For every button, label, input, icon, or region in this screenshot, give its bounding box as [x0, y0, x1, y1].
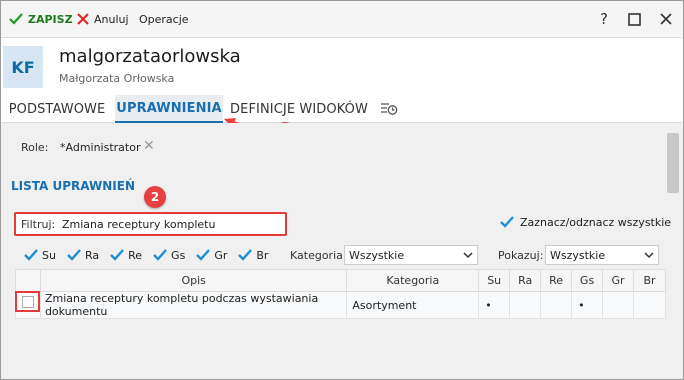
permission-flag-filters: Su Ra Re Gs Gr Br: [23, 245, 278, 265]
role-label: Role:: [21, 141, 49, 154]
column-header-description[interactable]: Opis: [39, 269, 348, 292]
row-flag-re[interactable]: [540, 291, 573, 319]
flag-label: Su: [42, 248, 56, 262]
column-header-su[interactable]: Su: [478, 269, 511, 292]
checkbox-box: [21, 295, 34, 308]
column-header-ra[interactable]: Ra: [509, 269, 542, 292]
checkmark-icon: [9, 13, 23, 25]
avatar: KF: [3, 46, 43, 88]
role-value: *Administrator: [60, 141, 141, 154]
scrollbar[interactable]: [667, 133, 679, 193]
flag-su-checkbox[interactable]: Su: [23, 248, 56, 262]
chevron-down-icon: [463, 252, 473, 259]
operations-menu-button[interactable]: Operacje: [139, 10, 189, 28]
section-title: LISTA UPRAWNIEŃ: [11, 179, 135, 193]
save-label: ZAPISZ: [28, 12, 73, 26]
show-filter-select[interactable]: Wszystkie: [545, 245, 659, 265]
page-title: malgorzataorlowska: [59, 46, 241, 67]
show-filter-value: Wszystkie: [550, 248, 606, 262]
category-filter-select[interactable]: Wszystkie: [344, 245, 478, 265]
column-header-gs[interactable]: Gs: [571, 269, 604, 292]
tab-bar: PODSTAWOWE UPRAWNIENIA DEFINICJE WIDOKÓW: [1, 95, 683, 123]
user-edit-window: ZAPISZ Anuluj Operacje ? KF malgorzataor…: [0, 0, 684, 380]
remove-role-icon[interactable]: ✕: [143, 138, 155, 154]
row-flag-gs[interactable]: •: [571, 291, 604, 319]
filter-field: Filtruj:: [14, 212, 287, 236]
table-row[interactable]: Zmiana receptury kompletu podczas wystaw…: [15, 291, 667, 319]
flag-label: Gs: [171, 248, 186, 262]
checkmark-icon: [153, 249, 167, 261]
annotation-badge-2: 2: [144, 186, 166, 208]
chevron-down-icon: [644, 252, 654, 259]
flag-re-checkbox[interactable]: Re: [109, 248, 142, 262]
flag-label: Gr: [214, 248, 228, 262]
row-category: Asortyment: [346, 291, 480, 319]
tab-history[interactable]: [377, 95, 401, 123]
operations-label: Operacje: [139, 12, 189, 26]
record-header: KF malgorzataorlowska Małgorzata Orłowsk…: [1, 37, 683, 95]
flag-label: Ra: [84, 248, 100, 262]
help-button[interactable]: ?: [595, 9, 613, 29]
help-icon: ?: [600, 10, 608, 28]
row-flag-br[interactable]: [632, 291, 667, 319]
flag-ra-checkbox[interactable]: Ra: [66, 248, 99, 262]
checkmark-icon: [110, 249, 125, 261]
category-filter-label: Kategoria:: [290, 249, 347, 262]
close-window-button[interactable]: [657, 9, 675, 29]
filter-label: Filtruj:: [21, 218, 56, 231]
column-header-select: [15, 269, 41, 292]
flag-br-checkbox[interactable]: Br: [237, 248, 268, 262]
cancel-label: Anuluj: [94, 12, 129, 26]
column-header-gr[interactable]: Gr: [602, 269, 634, 292]
permissions-table: Opis Kategoria Su Ra Re Gs Gr Br Zmiana …: [15, 269, 667, 319]
column-header-re[interactable]: Re: [540, 269, 573, 292]
permissions-panel: Role: *Administrator ✕ LISTA UPRAWNIEŃ 2…: [1, 123, 683, 379]
row-checkbox[interactable]: [15, 291, 40, 312]
show-filter-label: Pokazuj:: [498, 249, 544, 262]
maximize-icon: [627, 12, 641, 26]
flag-label: Br: [256, 248, 269, 262]
select-all-label: Zaznacz/odznacz wszystkie: [520, 215, 672, 229]
checkmark-icon: [238, 249, 253, 261]
tab-permissions[interactable]: UPRAWNIENIA: [115, 95, 223, 123]
toolbar: ZAPISZ Anuluj Operacje ?: [1, 1, 683, 37]
page-subtitle: Małgorzata Orłowska: [59, 72, 175, 85]
checkmark-icon: [196, 249, 211, 261]
tab-basic[interactable]: PODSTAWOWE: [1, 95, 113, 123]
close-icon: [660, 13, 672, 25]
flag-gr-checkbox[interactable]: Gr: [195, 248, 227, 262]
flag-gs-checkbox[interactable]: Gs: [152, 248, 185, 262]
flag-label: Re: [128, 248, 143, 262]
close-icon: [77, 13, 89, 25]
filter-input[interactable]: [58, 216, 283, 232]
row-flag-su[interactable]: •: [478, 291, 511, 319]
select-all-toggle[interactable]: Zaznacz/odznacz wszystkie: [499, 215, 671, 229]
cancel-button[interactable]: Anuluj: [77, 10, 129, 28]
category-filter-value: Wszystkie: [349, 248, 405, 262]
checkmark-icon: [67, 249, 81, 261]
column-header-category[interactable]: Kategoria: [346, 269, 480, 292]
row-flag-ra[interactable]: [509, 291, 542, 319]
checkmark-icon: [24, 249, 38, 261]
maximize-button[interactable]: [625, 9, 643, 29]
row-flag-gr[interactable]: [602, 291, 634, 319]
save-button[interactable]: ZAPISZ: [9, 10, 73, 28]
checkmark-icon: [500, 216, 514, 228]
column-header-br[interactable]: Br: [632, 269, 667, 292]
row-description: Zmiana receptury kompletu podczas wystaw…: [39, 291, 348, 319]
history-icon: [381, 103, 398, 115]
